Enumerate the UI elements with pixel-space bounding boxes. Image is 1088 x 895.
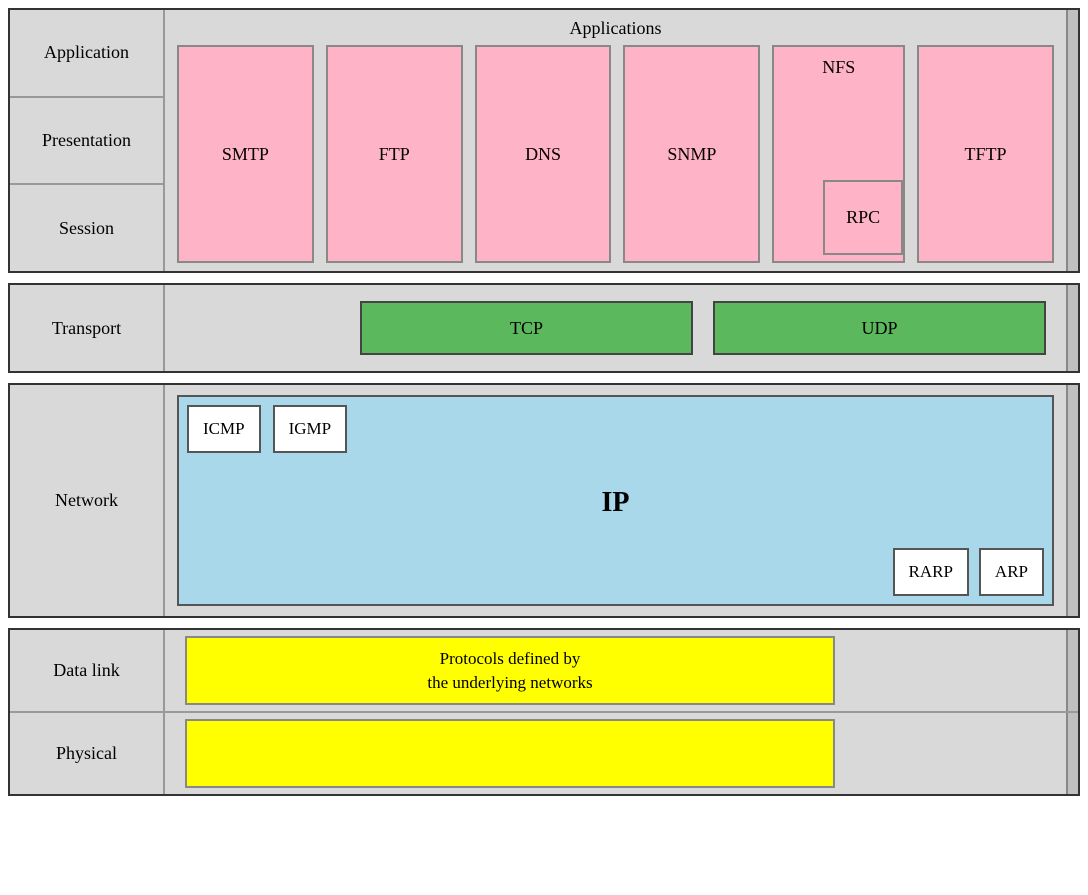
physical-yellow-box	[185, 719, 835, 788]
physical-row: Physical	[10, 713, 1078, 794]
app-pres-session-block: Application Presentation Session Applica…	[8, 8, 1080, 273]
ftp-box: FTP	[326, 45, 463, 263]
nfs-rpc-container: NFS RPC	[772, 45, 905, 263]
icmp-box: ICMP	[187, 405, 261, 453]
protocols-row: SMTP FTP DNS SNMP NFS RPC TFTP	[177, 45, 1054, 263]
right-stripe-app	[1066, 10, 1078, 271]
rpc-box: RPC	[823, 180, 903, 255]
dns-box: DNS	[475, 45, 612, 263]
rarp-box: RARP	[893, 548, 969, 596]
app-content: Applications SMTP FTP DNS SNMP NFS RPC T…	[165, 10, 1066, 271]
udp-box: UDP	[713, 301, 1046, 355]
datalink-row: Data link Protocols defined bythe underl…	[10, 630, 1078, 713]
icmp-igmp-row: ICMP IGMP	[187, 405, 1044, 453]
network-content: ICMP IGMP IP RARP ARP	[165, 385, 1066, 616]
session-label: Session	[10, 185, 163, 271]
network-label: Network	[10, 385, 165, 616]
protocols-defined-box: Protocols defined bythe underlying netwo…	[185, 636, 835, 705]
transport-content: TCP UDP	[165, 285, 1066, 371]
physical-content	[165, 713, 1066, 794]
smtp-box: SMTP	[177, 45, 314, 263]
ip-label: IP	[187, 461, 1044, 544]
network-block: Network ICMP IGMP IP RARP ARP	[8, 383, 1080, 618]
right-stripe-phys	[1066, 713, 1078, 794]
right-stripe-dl	[1066, 630, 1078, 711]
applications-title: Applications	[177, 18, 1054, 39]
arp-box: ARP	[979, 548, 1044, 596]
right-stripe-transport	[1066, 285, 1078, 371]
physical-label: Physical	[10, 713, 165, 794]
tftp-box: TFTP	[917, 45, 1054, 263]
nfs-box: NFS RPC	[772, 45, 905, 263]
rarp-arp-row: RARP ARP	[187, 548, 1044, 596]
igmp-box: IGMP	[273, 405, 348, 453]
right-stripe-network	[1066, 385, 1078, 616]
network-diagram: Application Presentation Session Applica…	[0, 0, 1088, 895]
datalink-physical-block: Data link Protocols defined bythe underl…	[8, 628, 1080, 796]
presentation-label: Presentation	[10, 98, 163, 186]
tcp-box: TCP	[360, 301, 693, 355]
application-label: Application	[10, 10, 163, 98]
layer-labels-app: Application Presentation Session	[10, 10, 165, 271]
datalink-content: Protocols defined bythe underlying netwo…	[165, 630, 1066, 711]
ip-area: ICMP IGMP IP RARP ARP	[177, 395, 1054, 606]
snmp-box: SNMP	[623, 45, 760, 263]
transport-block: Transport TCP UDP	[8, 283, 1080, 373]
datalink-label: Data link	[10, 630, 165, 711]
transport-label: Transport	[10, 285, 165, 371]
